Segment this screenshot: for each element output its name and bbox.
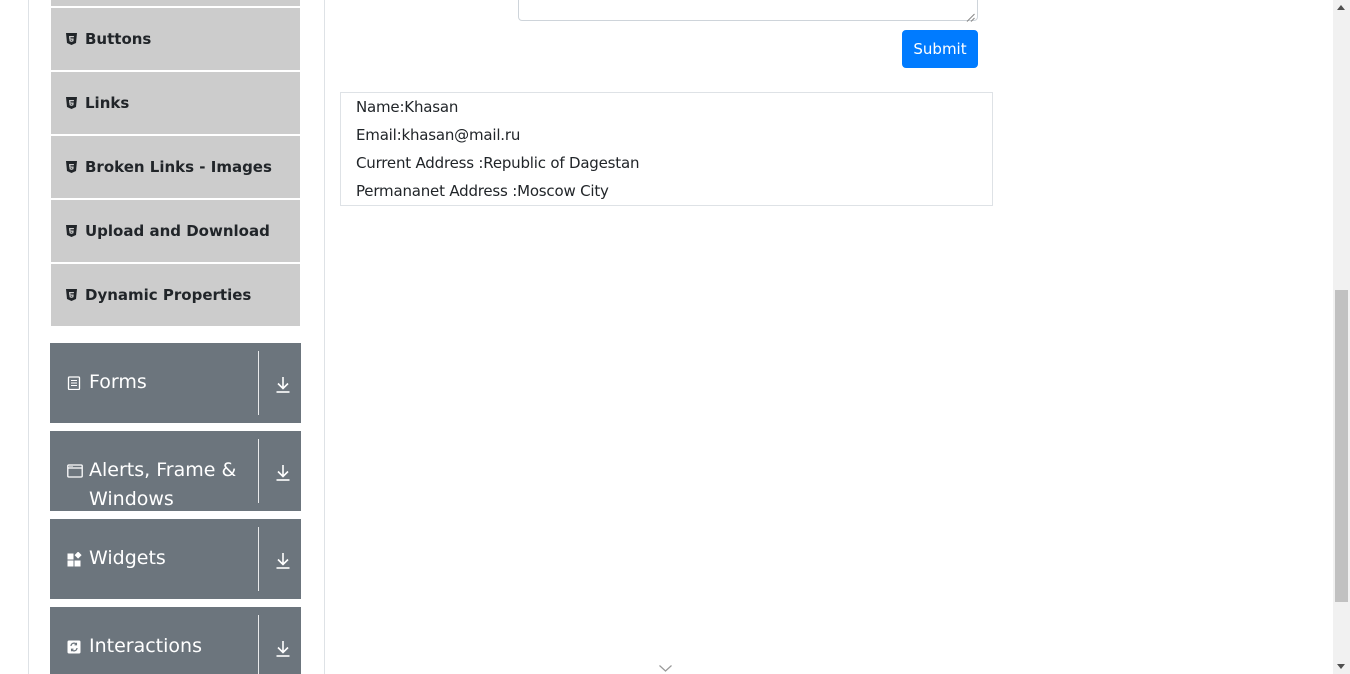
sidebar-item-links[interactable]: Links <box>51 72 300 134</box>
group-title: Forms <box>89 371 147 393</box>
download-icon[interactable] <box>275 552 291 570</box>
submit-button[interactable]: Submit <box>902 30 978 68</box>
sidebar-item-label: Dynamic Properties <box>85 286 252 304</box>
resize-grip-icon[interactable] <box>966 9 975 22</box>
sidebar-item-upload-download[interactable]: Upload and Download <box>51 200 300 262</box>
group-divider <box>258 351 259 415</box>
group-header-widgets[interactable]: Widgets <box>50 519 301 599</box>
sidebar-item-previous[interactable] <box>51 0 300 6</box>
group-title: Widgets <box>89 547 166 569</box>
output-current-address: Current Address :Republic of Dagestan <box>356 154 640 172</box>
output-name: Name:Khasan <box>356 98 459 116</box>
sidebar-item-broken-links[interactable]: Broken Links - Images <box>51 136 300 198</box>
window-icon <box>67 464 83 480</box>
page-left-border <box>28 0 29 674</box>
group-header-forms[interactable]: Forms <box>50 343 301 423</box>
sidebar-item-label: Upload and Download <box>85 222 270 240</box>
download-icon[interactable] <box>275 640 291 658</box>
download-icon[interactable] <box>275 464 291 482</box>
html5-icon <box>66 225 77 237</box>
html5-icon <box>66 161 77 173</box>
group-title: Interactions <box>89 635 202 657</box>
form-icon <box>67 376 83 392</box>
vertical-scrollbar[interactable] <box>1333 0 1350 674</box>
widgets-icon <box>67 551 83 568</box>
interactions-icon <box>67 640 83 656</box>
sidebar-item-label: Buttons <box>85 30 152 48</box>
scroll-up-arrow-icon[interactable] <box>1337 5 1345 10</box>
html5-icon <box>66 33 77 45</box>
scrollbar-thumb[interactable] <box>1335 290 1348 602</box>
download-icon[interactable] <box>275 376 291 394</box>
output-email: Email:khasan@mail.ru <box>356 126 521 144</box>
sidebar-item-label: Broken Links - Images <box>85 158 272 176</box>
sidebar-item-buttons[interactable]: Buttons <box>51 8 300 70</box>
output-panel: Name:Khasan Email:khasan@mail.ru Current… <box>340 92 993 206</box>
group-divider <box>258 615 259 674</box>
sidebar-item-dynamic-properties[interactable]: Dynamic Properties <box>51 264 300 326</box>
group-title: Alerts, Frame & Windows <box>89 459 237 510</box>
sidebar-right-border <box>324 0 325 674</box>
group-header-alerts-frame-windows[interactable]: Alerts, Frame & Windows <box>50 431 301 511</box>
group-header-interactions[interactable]: Interactions <box>50 607 301 674</box>
output-permanent-address: Permananet Address :Moscow City <box>356 182 609 200</box>
sidebar-item-label: Links <box>85 94 130 112</box>
html5-icon <box>66 97 77 109</box>
scroll-down-arrow-icon[interactable] <box>1337 664 1345 669</box>
html5-icon <box>66 289 77 301</box>
chevron-down-icon <box>658 660 673 672</box>
permanent-address-textarea[interactable] <box>518 0 978 22</box>
group-divider <box>258 527 259 591</box>
group-divider <box>258 439 259 503</box>
